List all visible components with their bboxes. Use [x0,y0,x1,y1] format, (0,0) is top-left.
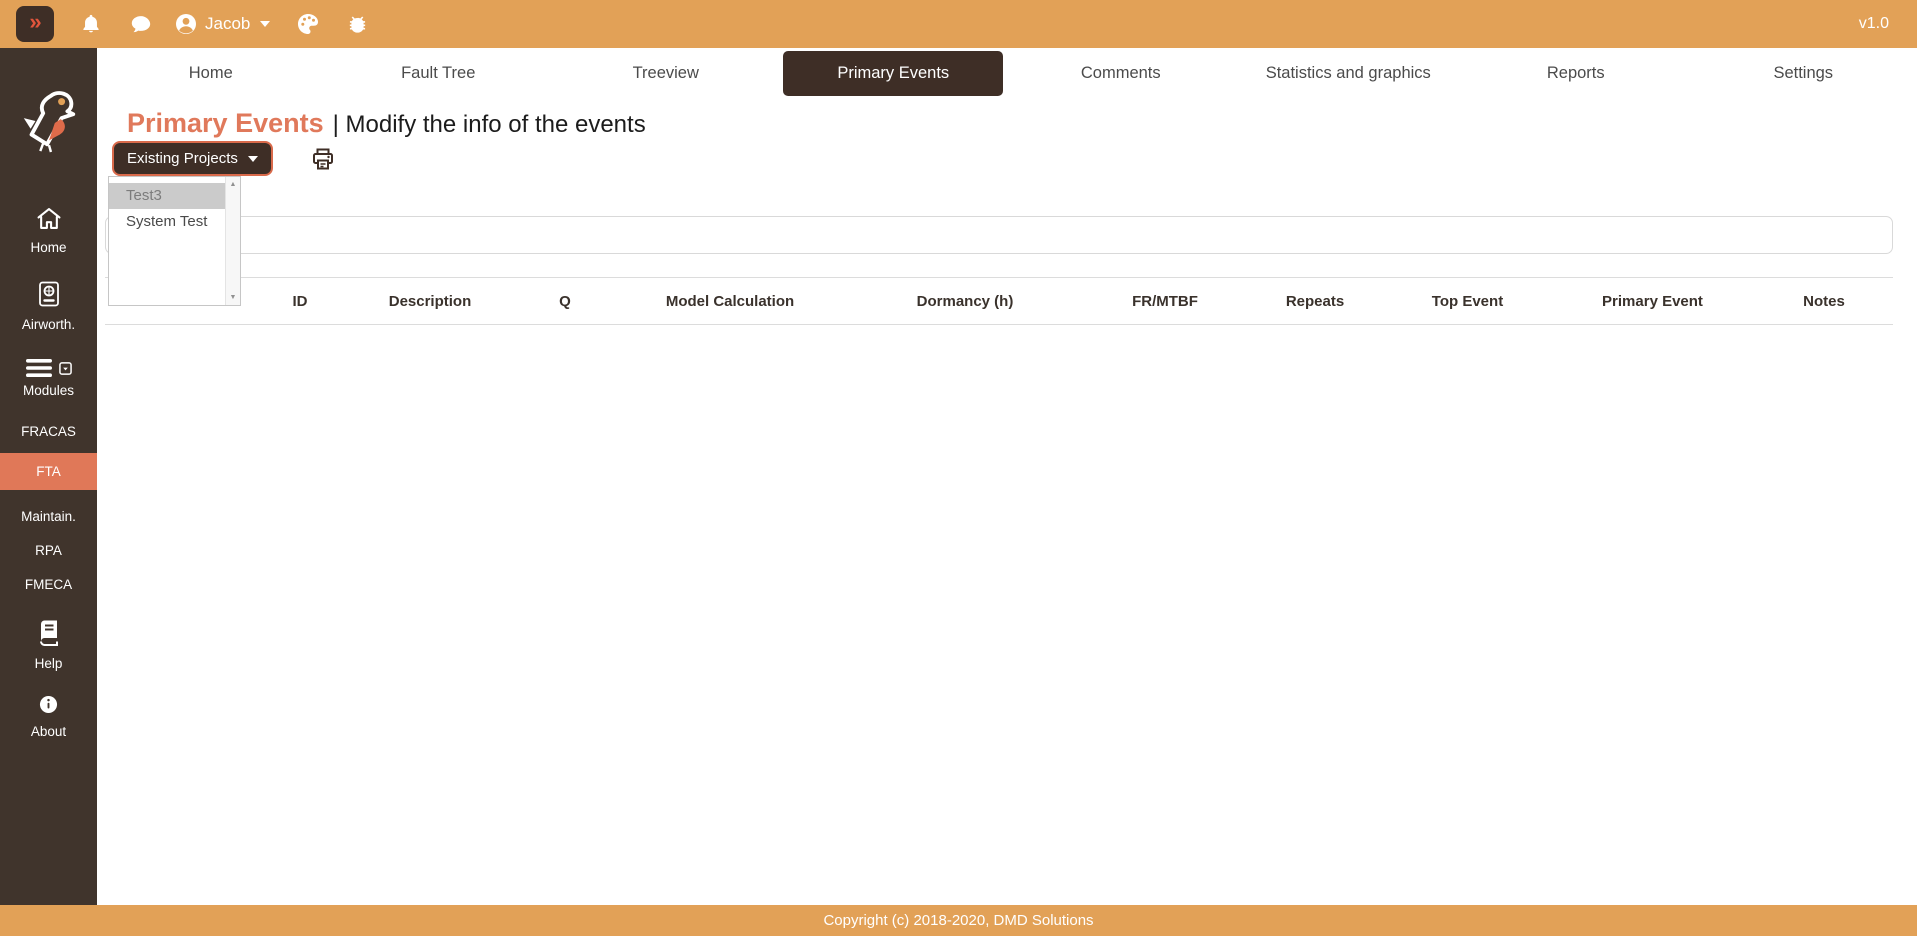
info-circle-icon [39,695,58,719]
dropdown-option-system-test[interactable]: System Test [109,209,225,235]
column-header-q: Q [515,293,615,310]
column-header-repeats: Repeats [1245,293,1385,310]
notifications-bell-icon[interactable] [80,12,102,36]
version-label: v1.0 [1859,15,1901,33]
sidebar-item-label: FRACAS [21,424,76,439]
page-title-accent: Primary Events [127,108,324,138]
double-chevron-icon: » [29,11,40,33]
sidebar-item-label: Airworth. [22,317,75,332]
modules-menu-icon [26,358,72,378]
tab-primary-events[interactable]: Primary Events [780,51,1008,96]
person-circle-icon [174,12,198,36]
existing-projects-button-label: Existing Projects [127,150,238,167]
sidebar-item-label: RPA [35,543,62,558]
sidebar-item-rpa[interactable]: RPA [0,543,97,558]
column-header-id: ID [255,293,345,310]
user-name: Jacob [205,14,250,34]
printer-icon [311,147,335,171]
column-header-top-event: Top Event [1385,293,1550,310]
footer: Copyright (c) 2018-2020, DMD Solutions [0,905,1917,936]
main-content: Home Fault Tree Treeview Primary Events … [97,48,1917,905]
page-subtitle: | Modify the info of the events [333,111,646,138]
tab-treeview[interactable]: Treeview [552,64,780,83]
sidebar-item-airworthiness[interactable]: Airworth. [0,281,97,332]
page-title: Primary Events | Modify the info of the e… [127,108,646,139]
scroll-up-arrow-icon[interactable]: ▲ [230,181,237,188]
chevron-down-icon [248,156,258,162]
help-book-icon [38,620,60,651]
sidebar-item-label: Help [35,656,63,671]
project-name-input[interactable] [105,216,1893,254]
sidebar-item-label: Home [30,240,66,255]
sidebar-item-modules[interactable]: Modules [0,358,97,398]
copyright-text: Copyright (c) 2018-2020, DMD Solutions [823,912,1093,929]
palette-icon[interactable] [296,12,320,36]
app-root: » Jacob v1.0 [0,0,1917,936]
sidebar-item-fta[interactable]: FTA [0,453,97,490]
tab-comments[interactable]: Comments [1007,64,1235,83]
sidebar-item-maintain[interactable]: Maintain. [0,509,97,524]
sidebar-item-label: Maintain. [21,509,76,524]
dropdown-option-test3[interactable]: Test3 [109,183,225,209]
sidebar-item-label: About [31,724,66,739]
existing-projects-dropdown: Test3 System Test ▲ ▼ [108,176,241,306]
column-header-primary-event: Primary Event [1550,293,1755,310]
sidebar-item-home[interactable]: Home [0,207,97,255]
sidebar-item-label: Modules [23,383,74,398]
chevron-down-icon [260,21,270,27]
sidebar-item-label: FTA [36,464,61,479]
toolbar: Existing Projects [112,141,335,176]
column-header-model-calculation: Model Calculation [615,293,845,310]
column-header-description: Description [345,293,515,310]
tab-home[interactable]: Home [97,64,325,83]
dropdown-window-icon [59,362,72,375]
tab-settings[interactable]: Settings [1690,64,1917,83]
print-button[interactable] [311,147,335,171]
scroll-down-arrow-icon[interactable]: ▼ [230,294,237,301]
sidebar-item-about[interactable]: About [0,695,97,739]
tab-reports[interactable]: Reports [1462,64,1690,83]
column-header-dormancy: Dormancy (h) [845,293,1085,310]
topbar: » Jacob v1.0 [0,0,1917,48]
existing-projects-button[interactable]: Existing Projects [112,141,273,176]
sidebar: Home Airworth. Modules FRACAS FTA Mainta… [0,48,97,905]
tab-statistics-and-graphics[interactable]: Statistics and graphics [1235,64,1463,83]
sidebar-item-fmeca[interactable]: FMECA [0,577,97,592]
column-header-notes: Notes [1755,293,1893,310]
app-logo[interactable] [18,88,80,159]
dropdown-scrollbar[interactable]: ▲ ▼ [225,177,240,305]
tab-fault-tree[interactable]: Fault Tree [325,64,553,83]
tab-bar: Home Fault Tree Treeview Primary Events … [97,48,1917,98]
home-icon [36,207,62,235]
table-header-row: New Name ID Description Q Model Calculat… [105,277,1893,325]
robin-bird-logo-icon [18,88,80,154]
airworthiness-book-icon [38,281,60,312]
column-header-fr-mtbf: FR/MTBF [1085,293,1245,310]
sidebar-item-help[interactable]: Help [0,620,97,671]
user-menu[interactable]: Jacob [174,12,270,36]
sidebar-item-label: FMECA [25,577,72,592]
chat-bubble-icon[interactable] [128,13,154,36]
dropdown-option-list: Test3 System Test [109,177,225,235]
sidebar-toggle-button[interactable]: » [16,6,54,42]
bug-icon[interactable] [346,12,369,36]
sidebar-item-fracas[interactable]: FRACAS [0,424,97,439]
